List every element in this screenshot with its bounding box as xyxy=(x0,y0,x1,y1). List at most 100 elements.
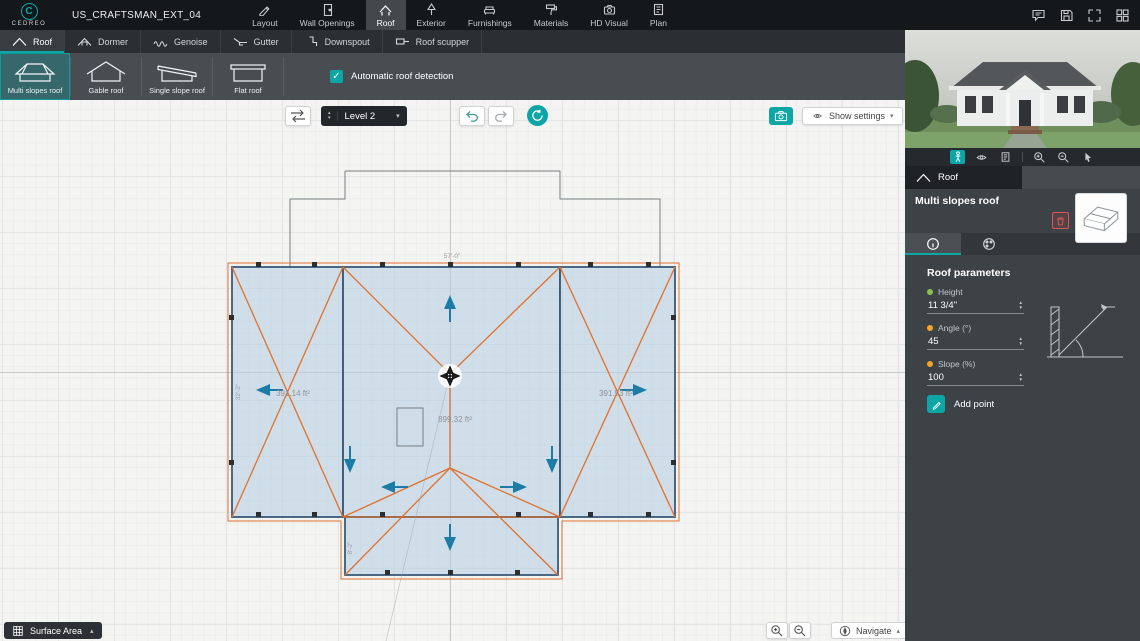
pencil-icon xyxy=(927,395,945,413)
slope-stepper[interactable]: ▲ ▼ xyxy=(1018,372,1023,382)
angle-stepper[interactable]: ▲ ▼ xyxy=(1019,336,1023,346)
ribbon-tab-genoise[interactable]: Genoise xyxy=(141,30,221,53)
multi-slopes-roof-button[interactable]: Multi slopes roof xyxy=(0,53,70,100)
apps-button[interactable] xyxy=(1114,7,1130,23)
parameter-label: Slope (%) xyxy=(938,359,976,369)
ribbon-tab-roof-scupper[interactable]: Roof scupper xyxy=(383,30,483,53)
swap-level-button[interactable] xyxy=(285,106,311,126)
tab-materials[interactable]: Materials xyxy=(523,0,579,30)
zoom-out-icon xyxy=(794,624,806,637)
single-slope-roof-icon xyxy=(157,65,197,82)
add-point-button[interactable]: Add point xyxy=(927,395,1140,413)
walkthrough-button[interactable] xyxy=(950,150,965,164)
3d-preview[interactable] xyxy=(905,30,1140,148)
subtab-materials[interactable] xyxy=(961,233,1017,255)
tab-roof[interactable]: Roof xyxy=(365,0,406,30)
panel-tab-row: Roof xyxy=(905,166,1140,189)
tab-plan[interactable]: Plan xyxy=(639,0,678,30)
roof-3d-icon xyxy=(1083,206,1119,232)
divider xyxy=(1022,152,1023,162)
slope-status-dot xyxy=(927,361,933,367)
zoom-out-button[interactable] xyxy=(789,622,811,639)
move-cursor[interactable] xyxy=(438,364,462,388)
angle-input[interactable]: 45 ▲ ▼ xyxy=(927,333,1024,350)
roof-panel-center xyxy=(342,266,561,518)
navigate-button[interactable]: Navigate ▴ xyxy=(831,622,905,639)
preview-pointer-button[interactable] xyxy=(1080,150,1095,164)
checkbox-checked-icon[interactable]: ✓ xyxy=(330,70,343,83)
height-stepper[interactable]: ▲ ▼ xyxy=(1019,300,1023,310)
subtab-info[interactable] xyxy=(905,233,961,255)
level-stepper[interactable]: ▴ ▾ xyxy=(328,111,338,121)
tab-hd-visual[interactable]: HD Visual xyxy=(579,0,639,30)
sofa-icon xyxy=(484,5,496,14)
preview-zoom-out-button[interactable] xyxy=(1056,150,1071,164)
zoom-in-button[interactable] xyxy=(766,622,788,639)
visibility-button[interactable] xyxy=(974,150,989,164)
gutter-icon xyxy=(233,38,247,46)
tab-furnishings[interactable]: Furnishings xyxy=(457,0,523,30)
undo-button[interactable] xyxy=(459,106,485,126)
save-button[interactable] xyxy=(1058,7,1074,23)
app-logo[interactable]: C CEDREO xyxy=(0,0,58,30)
panel-tab-roof[interactable]: Roof xyxy=(905,166,1022,189)
ribbon-tab-gutter[interactable]: Gutter xyxy=(221,30,292,53)
chevron-down-icon: ▾ xyxy=(396,113,400,120)
camera-icon xyxy=(774,111,788,122)
flat-roof-button[interactable]: Flat roof xyxy=(213,53,283,100)
tab-label: Furnishings xyxy=(467,17,512,28)
ribbon-tab-roof[interactable]: Roof xyxy=(0,30,66,53)
gable-roof-icon xyxy=(86,61,126,82)
level-down-icon[interactable]: ▾ xyxy=(328,116,331,121)
refresh-roof-button[interactable] xyxy=(527,105,548,126)
ribbon-tab-dormer[interactable]: Dormer xyxy=(65,30,142,53)
snapshot-button[interactable] xyxy=(769,107,793,125)
show-settings-button[interactable]: Show settings ▾ xyxy=(802,107,903,125)
dimension-label-left: 32'-2" xyxy=(235,383,242,400)
refresh-icon xyxy=(532,109,543,121)
stepper-down-icon: ▼ xyxy=(1018,376,1023,382)
ribbon-label: Gutter xyxy=(253,36,279,47)
gable-roof-button[interactable]: Gable roof xyxy=(71,53,141,100)
preview-toolbar xyxy=(905,148,1140,166)
add-point-label: Add point xyxy=(954,398,995,410)
ribbon-tab-downspout[interactable]: Downspout xyxy=(292,30,383,53)
navigate-label: Navigate xyxy=(856,625,892,636)
roof-panel-extension xyxy=(344,516,559,576)
parameter-value[interactable]: 45 xyxy=(928,336,939,347)
surface-area-button[interactable]: Surface Area ▴ xyxy=(4,622,102,639)
automatic-roof-detection-toggle[interactable]: ✓ Automatic roof detection xyxy=(330,53,453,100)
parameter-value[interactable]: 11 3/4" xyxy=(928,300,957,311)
document-icon xyxy=(1001,152,1010,162)
tab-wall-openings[interactable]: Wall Openings xyxy=(289,0,366,30)
slope-input[interactable]: 100 ▲ ▼ xyxy=(927,369,1024,386)
undo-icon xyxy=(466,110,478,122)
comments-button[interactable] xyxy=(1030,7,1046,23)
level-selector[interactable]: ▴ ▾ Level 2 ▾ xyxy=(321,106,407,126)
tab-exterior[interactable]: Exterior xyxy=(406,0,457,30)
single-slope-roof-button[interactable]: Single slope roof xyxy=(142,53,212,100)
roof-tools-row: Multi slopes roof Gable roof Single slop… xyxy=(0,53,905,100)
parameter-value[interactable]: 100 xyxy=(928,372,944,383)
parameter-angle: Angle (°) 45 ▲ ▼ xyxy=(927,323,1024,350)
save-icon xyxy=(1060,9,1073,21)
door-icon xyxy=(323,3,332,16)
plan-canvas[interactable]: 391.14 ft² 899.32 ft² 391.53 ft² 57'-0" … xyxy=(0,100,905,641)
fullscreen-button[interactable] xyxy=(1086,7,1102,23)
tab-layout[interactable]: Layout xyxy=(241,0,289,30)
height-input[interactable]: 11 3/4" ▲ ▼ xyxy=(927,297,1024,314)
area-label-left: 391.14 ft² xyxy=(276,389,310,398)
preview-zoom-in-button[interactable] xyxy=(1032,150,1047,164)
floor-plan-drawing[interactable]: 391.14 ft² 899.32 ft² 391.53 ft² 57'-0" … xyxy=(0,100,905,641)
plan-view-button[interactable] xyxy=(998,150,1013,164)
redo-button[interactable] xyxy=(488,106,514,126)
delete-roof-button[interactable] xyxy=(1052,212,1069,229)
compass-icon xyxy=(839,625,851,636)
parameter-label: Angle (°) xyxy=(938,323,972,333)
cedreo-app: C CEDREO US_CRAFTSMAN_EXT_04 Layout Wall… xyxy=(0,0,1140,641)
height-status-dot xyxy=(927,289,933,295)
ribbon-label: Roof xyxy=(33,36,53,47)
roof-type-thumbnail[interactable] xyxy=(1075,193,1127,243)
genoise-icon xyxy=(153,41,168,47)
tool-label: Single slope roof xyxy=(149,86,205,95)
